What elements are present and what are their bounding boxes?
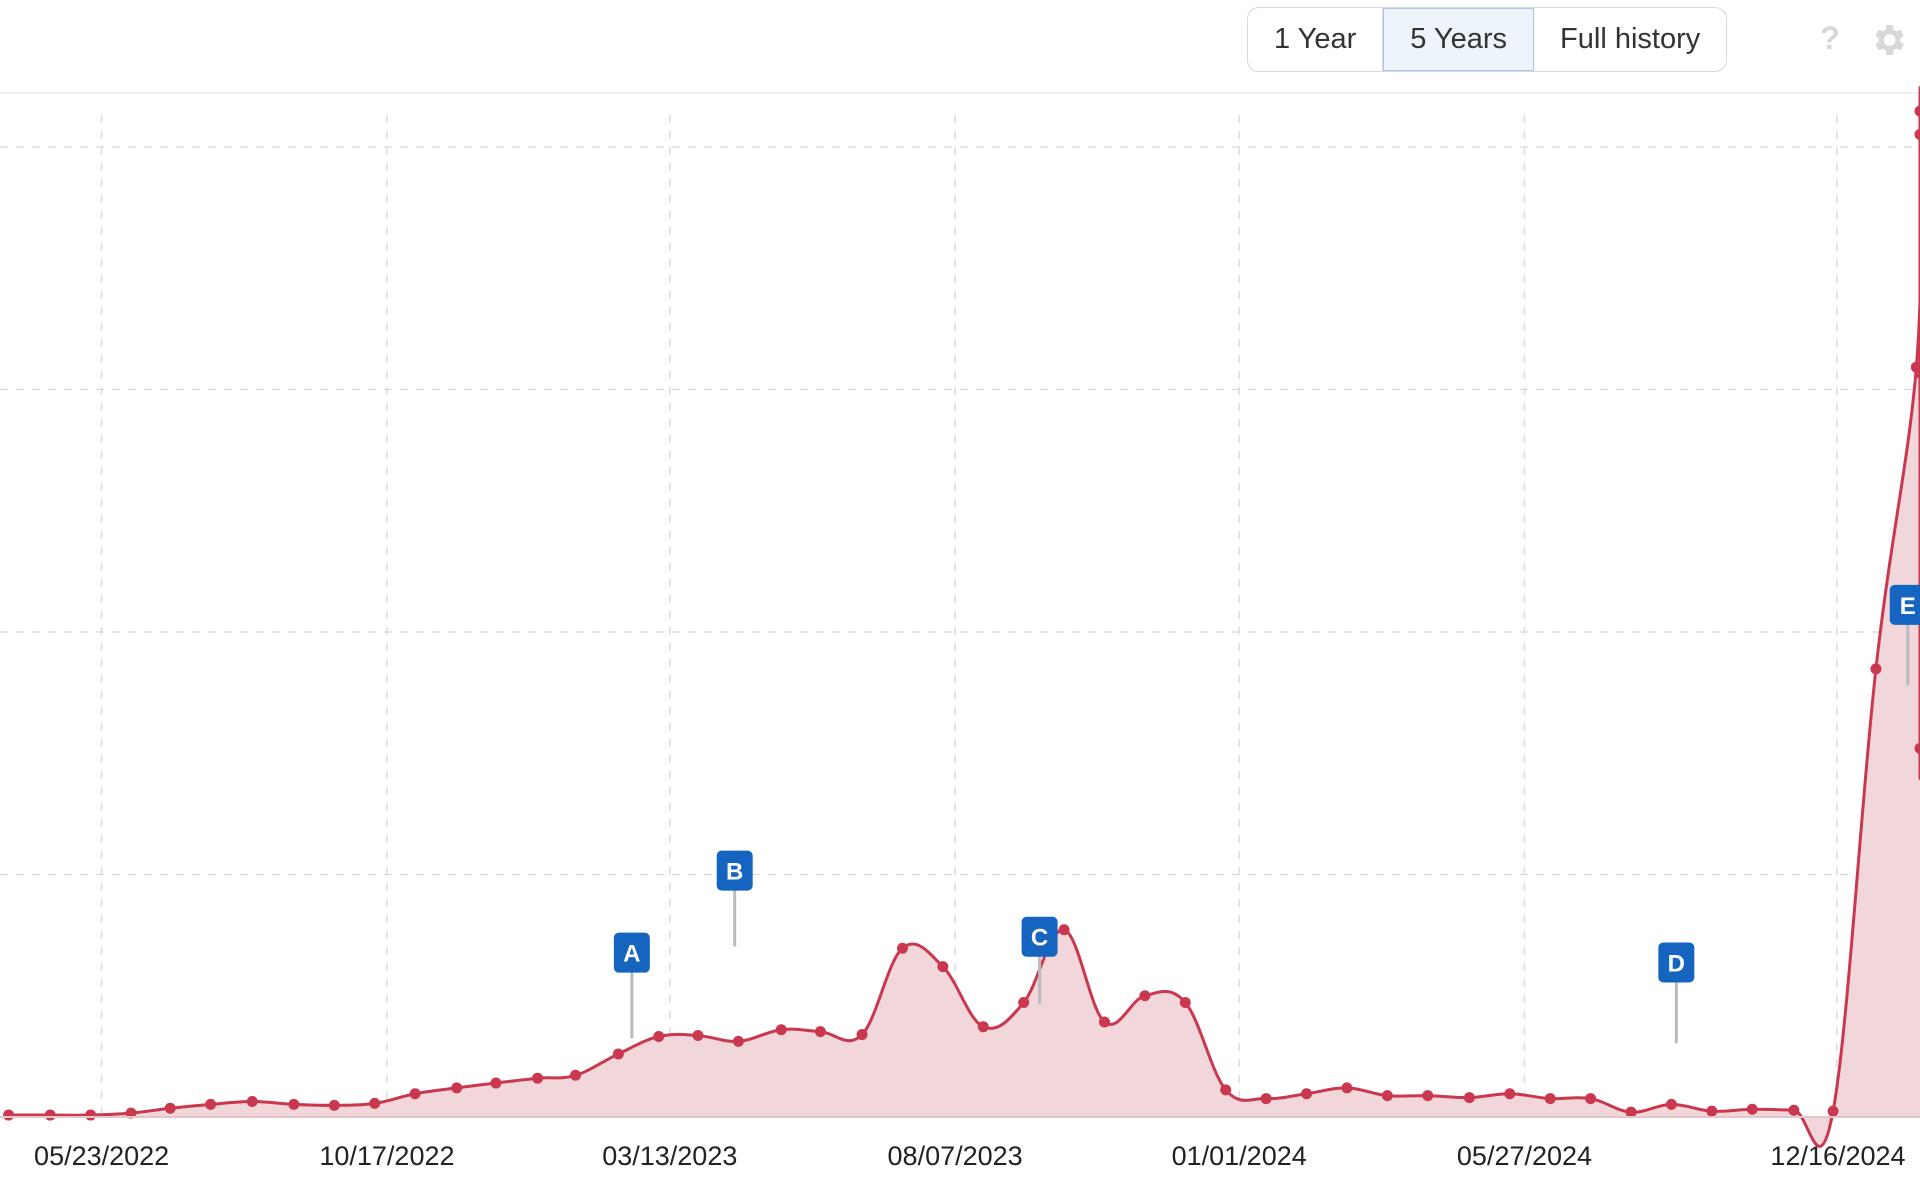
data-point	[1746, 1103, 1758, 1115]
data-point	[1058, 924, 1070, 936]
data-point	[775, 1024, 787, 1036]
data-point	[1220, 1084, 1232, 1096]
data-point	[1179, 997, 1191, 1009]
x-axis-labels: 05/23/2022 10/17/2022 03/13/2023 08/07/2023…	[34, 1141, 1906, 1171]
data-point	[288, 1098, 300, 1110]
data-point	[1463, 1092, 1475, 1104]
x-tick-label: 10/17/2022	[319, 1141, 454, 1171]
data-point	[1870, 663, 1882, 675]
data-point	[1914, 105, 1920, 117]
data-point	[490, 1077, 502, 1089]
x-tick-label: 08/07/2023	[888, 1141, 1023, 1171]
data-point	[369, 1097, 381, 1109]
data-point	[409, 1088, 421, 1100]
data-point	[1665, 1098, 1677, 1110]
data-point	[937, 961, 949, 973]
data-point	[814, 1026, 826, 1038]
data-point	[692, 1030, 704, 1042]
data-point	[1341, 1082, 1353, 1094]
data-point	[1139, 990, 1151, 1002]
data-point	[85, 1109, 97, 1121]
event-markers: A B C D E	[613, 584, 1920, 1044]
data-point	[1788, 1104, 1800, 1116]
data-point	[1260, 1093, 1272, 1105]
data-point	[1827, 1105, 1839, 1117]
data-point	[1544, 1093, 1556, 1105]
data-point	[1018, 997, 1030, 1009]
data-point	[1098, 1016, 1110, 1028]
data-point	[653, 1030, 665, 1042]
area-chart: A B C D E 05/23/2022 10/17/2022 03/13/2023 08/0…	[0, 86, 1920, 1171]
data-point	[328, 1099, 340, 1111]
event-marker-label: D	[1668, 950, 1685, 977]
data-point	[1422, 1090, 1434, 1102]
data-point	[246, 1095, 258, 1107]
event-marker-label: E	[1900, 593, 1916, 620]
data-point	[1301, 1088, 1313, 1100]
grid-lines	[0, 115, 1920, 1117]
data-point	[44, 1109, 56, 1121]
data-point	[732, 1035, 744, 1047]
x-tick-label: 12/16/2024	[1770, 1141, 1905, 1171]
series-points	[3, 105, 1920, 1121]
data-point	[205, 1098, 217, 1110]
data-point	[164, 1102, 176, 1114]
x-tick-label: 05/23/2022	[34, 1141, 169, 1171]
series-area	[8, 111, 1920, 1147]
series-line	[8, 86, 1920, 1148]
data-point	[1504, 1088, 1516, 1100]
data-point	[1706, 1105, 1718, 1117]
data-point	[3, 1109, 15, 1121]
x-tick-label: 05/27/2024	[1457, 1141, 1592, 1171]
data-point	[977, 1021, 989, 1033]
data-point	[451, 1082, 463, 1094]
event-marker-label: C	[1031, 925, 1048, 952]
event-marker-label: A	[623, 941, 640, 968]
data-point	[1381, 1090, 1393, 1102]
event-marker-label: B	[726, 859, 743, 886]
data-point	[856, 1029, 868, 1041]
data-point	[896, 942, 908, 954]
data-point	[570, 1069, 582, 1081]
data-point	[1914, 128, 1920, 140]
x-tick-label: 03/13/2023	[602, 1141, 737, 1171]
data-point	[532, 1072, 544, 1084]
data-point	[612, 1048, 624, 1060]
data-point	[1585, 1093, 1597, 1105]
x-tick-label: 01/01/2024	[1172, 1141, 1307, 1171]
